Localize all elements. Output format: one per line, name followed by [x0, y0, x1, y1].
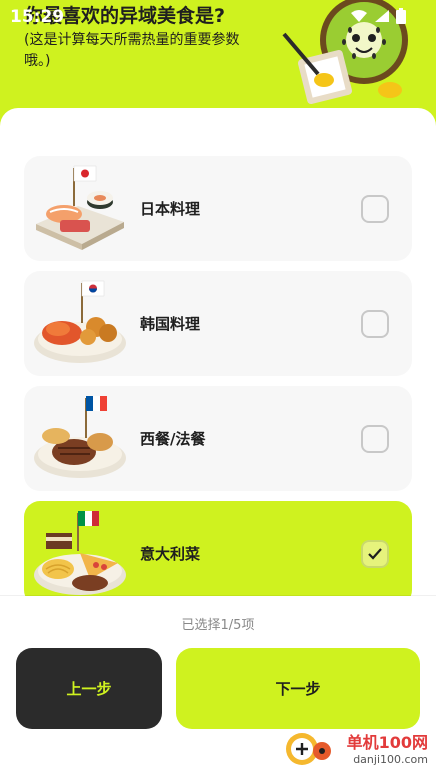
battery-icon [396, 8, 406, 28]
watermark-logo-icon [286, 733, 331, 765]
italian-food-icon [34, 511, 126, 595]
option-japanese[interactable]: 日本料理 [24, 156, 412, 261]
previous-step-button[interactable]: 上一步 [16, 648, 162, 729]
cuisine-options-list: 日本料理 韩国料理 西餐/法餐 意大利菜 [24, 156, 412, 616]
next-step-button[interactable]: 下一步 [176, 648, 420, 729]
footer: 已选择1/5项 上一步 下一步 单机100网 danji100.com [0, 596, 436, 775]
option-checkbox[interactable] [361, 195, 389, 223]
option-label: 日本料理 [140, 200, 201, 218]
question-subtitle: (这是计算每天所需热量的重要参数哦。) [24, 32, 240, 69]
option-french[interactable]: 西餐/法餐 [24, 386, 412, 491]
option-italian[interactable]: 意大利菜 [24, 501, 412, 606]
option-checkbox[interactable] [361, 425, 389, 453]
status-time: 15:29 [10, 7, 65, 27]
signal-icon [374, 8, 390, 28]
option-korean[interactable]: 韩国料理 [24, 271, 412, 376]
option-checkbox-checked[interactable] [361, 540, 389, 568]
french-food-icon [34, 396, 126, 478]
watermark-text: 单机100网 [346, 733, 428, 752]
selection-count: 已选择1/5项 [181, 618, 255, 633]
watermark-url: danji100.com [353, 753, 428, 766]
checkmark-icon [368, 548, 382, 560]
option-label: 西餐/法餐 [140, 430, 206, 448]
option-checkbox[interactable] [361, 310, 389, 338]
japanese-food-icon [36, 165, 124, 250]
option-label: 韩国料理 [140, 315, 201, 333]
italy-flag-icon [78, 511, 99, 526]
france-flag-icon [86, 396, 107, 411]
japan-flag-icon [73, 165, 97, 182]
korea-flag-icon [81, 280, 105, 297]
korean-food-icon [34, 280, 126, 363]
status-icons [350, 8, 406, 28]
wifi-icon [350, 8, 368, 28]
watermark: 单机100网 danji100.com [284, 725, 434, 775]
option-label: 意大利菜 [140, 545, 201, 563]
